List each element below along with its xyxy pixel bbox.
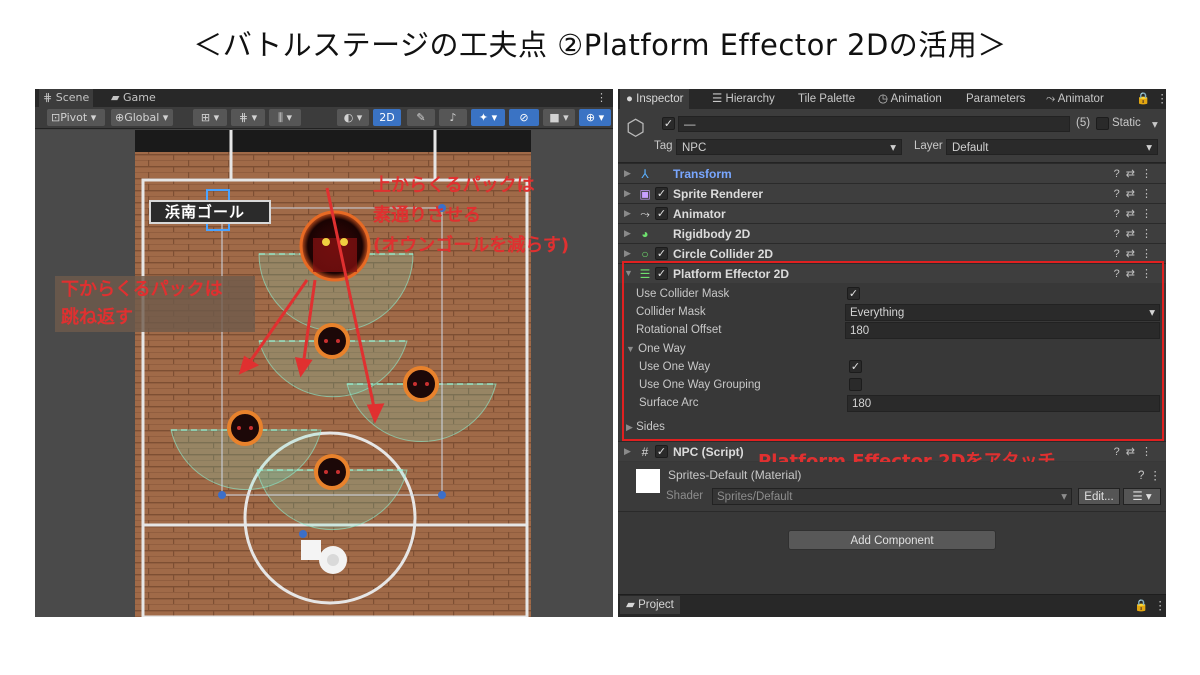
animator-tab-icon: ⤳ — [1046, 93, 1056, 105]
sprite-renderer-icon: ▣ — [639, 187, 651, 201]
component-enable-checkbox[interactable]: ✓ — [655, 187, 668, 200]
expand-arrow-icon[interactable]: ▶ — [624, 168, 631, 179]
tab-hierarchy[interactable]: ☰ Hierarchy — [706, 89, 781, 109]
gameobject-cube-icon: ⬡ — [626, 115, 646, 140]
component-sprite-renderer[interactable]: ▶ ▣ ✓ Sprite Renderer ?⇄⋮ — [618, 183, 1166, 203]
goal-sign: 浜南ゴール — [149, 200, 271, 224]
clock-icon: ◷ — [878, 93, 889, 105]
material-tools-icon[interactable]: ?⋮ — [1138, 468, 1166, 482]
pivot-dropdown[interactable]: ⊡Pivot ▾ — [47, 109, 105, 126]
component-tools-icon[interactable]: ?⇄⋮ — [1114, 442, 1158, 462]
pivot-icon: ⊡ — [51, 111, 61, 124]
layer-label: Layer — [914, 140, 943, 152]
gizmos-button[interactable]: ⊕ ▾ — [579, 109, 611, 126]
list-icon: ☰ — [712, 93, 723, 105]
active-checkbox[interactable]: ✓ — [662, 117, 675, 130]
lock-icon[interactable]: 🔒⋮ — [1130, 89, 1166, 109]
material-preview — [636, 469, 660, 493]
static-label: Static — [1112, 117, 1141, 129]
static-checkbox[interactable] — [1096, 117, 1109, 130]
tab-tile-palette[interactable]: Tile Palette — [792, 89, 861, 109]
highlight-frame — [622, 261, 1164, 441]
tag-dropdown[interactable]: NPC ▾ — [676, 139, 902, 155]
component-transform[interactable]: ▶ ⅄ Transform ?⇄⋮ — [618, 163, 1166, 183]
gamepad-icon: ▰ — [111, 91, 120, 104]
annotation-top-line1: 上からくるパックは — [373, 175, 535, 196]
component-animator[interactable]: ▶ ⤳ ✓ Animator ?⇄⋮ — [618, 203, 1166, 223]
folder-icon: ▰ — [626, 599, 635, 611]
lighting-icon[interactable]: ✎ — [407, 109, 435, 126]
transform-icon: ⅄ — [641, 167, 649, 181]
shader-menu-icon[interactable]: ☰ ▾ — [1123, 488, 1161, 505]
expand-arrow-icon[interactable]: ▶ — [624, 248, 631, 259]
tab-animation[interactable]: ◷ Animation — [872, 89, 948, 109]
project-panel-tab-bar: ▰ Project 🔒⋮ — [618, 594, 1166, 617]
tab-game[interactable]: ▰ Game — [107, 89, 160, 107]
component-tools-icon[interactable]: ?⇄⋮ — [1114, 204, 1158, 224]
layer-dropdown[interactable]: Default ▾ — [946, 139, 1158, 155]
annotation-left-line1: 下からくるパックは — [55, 276, 255, 304]
component-enable-checkbox[interactable]: ✓ — [655, 207, 668, 220]
component-circle-collider-2d[interactable]: ▶ ○ ✓ Circle Collider 2D ?⇄⋮ — [618, 243, 1166, 263]
tab-inspector[interactable]: ● Inspector — [620, 89, 690, 109]
annotation-top-line3: (オウンゴールを減らす) — [373, 235, 570, 256]
scene-panel: ⋕ Scene ▰ Game ⋮ ⊡Pivot ▾ ⊕Global ▾ ⊞ ▾ … — [35, 89, 613, 617]
slide-title: ＜バトルステージの工夫点 ②Platform Effector 2Dの活用＞ — [193, 28, 1007, 62]
component-tools-icon[interactable]: ?⇄⋮ — [1114, 224, 1158, 244]
visibility-toggle[interactable]: ⊘ — [509, 109, 539, 126]
expand-arrow-icon[interactable]: ▶ — [624, 446, 631, 457]
add-component-button[interactable]: Add Component — [788, 530, 996, 550]
inspector-tab-bar: ● Inspector ☰ Hierarchy Tile Palette ◷ A… — [618, 89, 1166, 109]
scene-viewport[interactable]: 浜南ゴール 上からくるパックは 素通りさせる (オウンゴールを減らす) 下からく… — [35, 130, 613, 617]
effects-button[interactable]: ✦ ▾ — [471, 109, 505, 126]
shader-dropdown[interactable]: Sprites/Default ▾ — [712, 488, 1072, 505]
scene-toolbar: ⊡Pivot ▾ ⊕Global ▾ ⊞ ▾ ⋕ ▾ ⫼ ▾ ◐ ▾ 2D ✎ … — [35, 107, 613, 129]
global-dropdown[interactable]: ⊕Global ▾ — [111, 109, 173, 126]
component-tools-icon[interactable]: ?⇄⋮ — [1114, 184, 1158, 204]
grid-snap-button[interactable]: ⊞ ▾ — [193, 109, 227, 126]
rigidbody-icon: ◕ — [641, 227, 649, 241]
grid-visibility-button[interactable]: ⋕ ▾ — [231, 109, 265, 126]
instance-count: (5) — [1076, 117, 1091, 129]
project-lock-icon[interactable]: 🔒⋮ — [1134, 598, 1166, 612]
material-name: Sprites-Default (Material) — [668, 468, 802, 482]
game-court — [35, 130, 613, 617]
object-name-field[interactable]: — — [678, 116, 1070, 132]
animator-icon: ⤳ — [640, 207, 650, 221]
tab-project[interactable]: ▰ Project — [620, 596, 680, 614]
info-icon: ● — [626, 93, 633, 105]
shader-label: Shader — [666, 490, 704, 502]
expand-arrow-icon[interactable]: ▶ — [624, 188, 631, 199]
annotation-left-line2: 跳ね返す — [55, 304, 255, 332]
tab-scene[interactable]: ⋕ Scene — [39, 89, 94, 107]
increment-snap-button[interactable]: ⫼ ▾ — [269, 109, 301, 126]
static-dropdown-icon[interactable]: ▾ — [1152, 117, 1158, 131]
object-header: ⬡ ✓ — (5) Static ▾ Tag NPC ▾ Layer Defaul… — [618, 109, 1166, 163]
component-tools-icon[interactable]: ?⇄⋮ — [1114, 164, 1158, 184]
material-section: Sprites-Default (Material) ?⋮ Shader Spr… — [618, 462, 1166, 512]
component-enable-checkbox[interactable]: ✓ — [655, 445, 668, 458]
mode-2d-toggle[interactable]: 2D — [373, 109, 401, 126]
component-enable-checkbox[interactable]: ✓ — [655, 247, 668, 260]
scene-tab-bar: ⋕ Scene ▰ Game ⋮ — [35, 89, 613, 107]
panel-menu-icon[interactable]: ⋮ — [596, 89, 607, 107]
grid-icon: ⋕ — [43, 91, 53, 104]
tag-label: Tag — [654, 140, 673, 152]
camera-button[interactable]: ■ ▾ — [543, 109, 575, 126]
globe-icon: ⊕ — [115, 111, 125, 124]
tab-parameters[interactable]: Parameters — [960, 89, 1031, 109]
circle-collider-icon: ○ — [641, 247, 649, 261]
expand-arrow-icon[interactable]: ▶ — [624, 208, 631, 219]
script-icon: # — [641, 445, 649, 459]
component-rigidbody-2d[interactable]: ▶ ◕ Rigidbody 2D ?⇄⋮ — [618, 223, 1166, 243]
audio-icon[interactable]: ♪ — [439, 109, 467, 126]
tab-animator[interactable]: ⤳ Animator — [1040, 89, 1110, 109]
shader-edit-button[interactable]: Edit... — [1078, 488, 1120, 505]
annotation-top-line2: 素通りさせる — [373, 205, 481, 226]
expand-arrow-icon[interactable]: ▶ — [624, 228, 631, 239]
inspector-panel: ● Inspector ☰ Hierarchy Tile Palette ◷ A… — [618, 89, 1166, 617]
shading-mode-button[interactable]: ◐ ▾ — [337, 109, 369, 126]
